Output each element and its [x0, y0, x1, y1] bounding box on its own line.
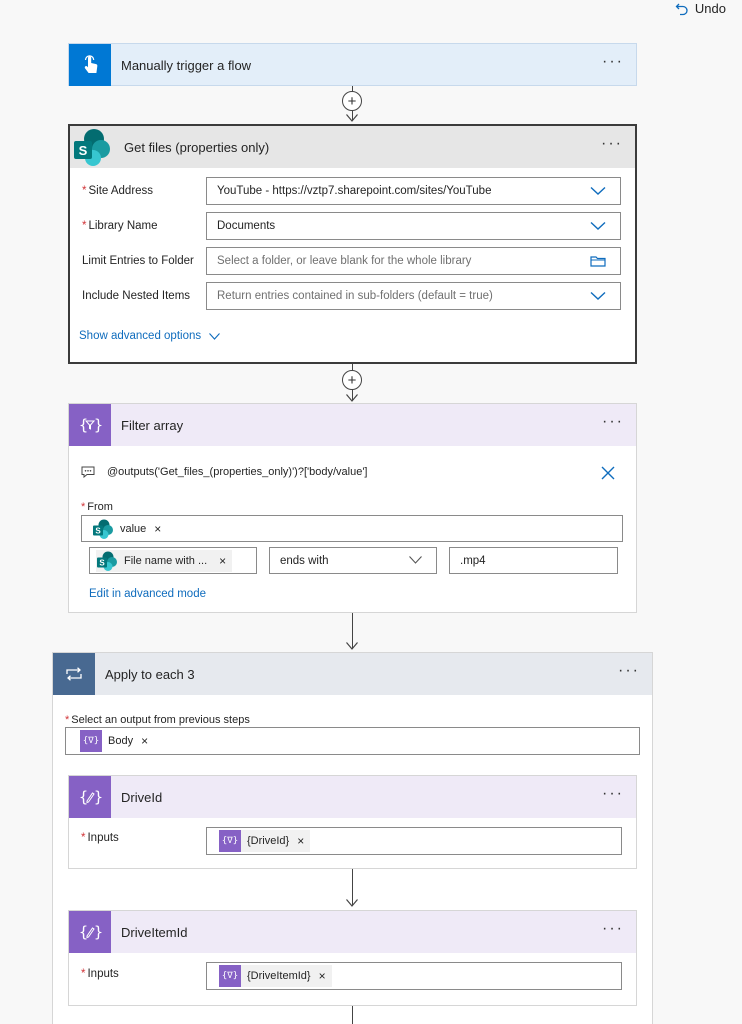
- driveid-header[interactable]: {} DriveId ···: [69, 776, 636, 818]
- select-output-label: * Select an output from previous steps: [65, 714, 250, 726]
- library-dropdown[interactable]: Documents: [206, 212, 621, 240]
- svg-text:{: {: [79, 416, 88, 434]
- folder-label: Limit Entries to Folder: [82, 255, 194, 267]
- insert-step-button[interactable]: +: [342, 370, 362, 390]
- filter-array-more-menu[interactable]: ···: [602, 414, 624, 430]
- driveid-more-menu[interactable]: ···: [602, 786, 624, 802]
- get-files-more-menu[interactable]: ···: [601, 136, 623, 152]
- get-files-title: Get files (properties only): [124, 139, 270, 155]
- get-files-header[interactable]: S Get files (properties only) ···: [70, 126, 635, 168]
- get-files-card[interactable]: S Get files (properties only) ··· * Site …: [68, 124, 637, 364]
- apply-to-each-title: Apply to each 3: [105, 666, 195, 682]
- remove-token-button[interactable]: ×: [297, 834, 304, 848]
- svg-text:S: S: [99, 558, 105, 567]
- loop-icon: [53, 653, 95, 695]
- undo-icon: [675, 3, 688, 15]
- svg-text:S: S: [95, 526, 101, 535]
- driveid-card[interactable]: {} DriveId ··· *Inputs {∇} {DriveId} ×: [68, 775, 637, 869]
- sharepoint-icon: S: [92, 518, 114, 540]
- chevron-down-icon: [590, 186, 606, 195]
- sharepoint-icon: S: [96, 550, 118, 572]
- driveid-title: DriveId: [121, 789, 163, 805]
- remove-token-button[interactable]: ×: [154, 522, 161, 536]
- operator-dropdown[interactable]: ends with: [269, 547, 437, 574]
- remove-token-button[interactable]: ×: [319, 969, 326, 983]
- driveid-inputs-label: * Inputs: [81, 832, 119, 844]
- arrow-down-icon: [346, 114, 358, 122]
- from-label: * From: [81, 501, 113, 513]
- apply-to-each-card[interactable]: Apply to each 3 ··· * Select an output fr…: [52, 652, 653, 1024]
- undo-button[interactable]: Undo: [675, 1, 726, 16]
- chevron-down-icon: [590, 291, 606, 300]
- insert-step-button[interactable]: +: [342, 91, 362, 111]
- arrow-down-icon: [346, 899, 358, 907]
- nested-dropdown[interactable]: Return entries contained in sub-folders …: [206, 282, 621, 310]
- show-advanced-options-link[interactable]: Show advanced options: [79, 330, 221, 342]
- svg-text:}: }: [94, 788, 102, 806]
- driveitemid-more-menu[interactable]: ···: [602, 921, 624, 937]
- driveitemid-title: DriveItemId: [121, 924, 188, 940]
- folder-icon[interactable]: [590, 255, 606, 267]
- expression-text: @outputs('Get_files_(properties_only)')?…: [107, 466, 368, 478]
- sharepoint-icon: S: [70, 126, 114, 168]
- svg-text:}: }: [94, 416, 102, 434]
- library-label: * Library Name: [82, 220, 158, 232]
- edit-advanced-mode-link[interactable]: Edit in advanced mode: [89, 588, 206, 600]
- driveitemid-inputs-label: * Inputs: [81, 968, 119, 980]
- trigger-header[interactable]: Manually trigger a flow ···: [69, 44, 636, 86]
- driveitemid-inputs-field[interactable]: {∇} {DriveItemId} ×: [206, 962, 622, 990]
- from-input[interactable]: S value ×: [81, 515, 623, 542]
- driveid-inputs-field[interactable]: {∇} {DriveId} ×: [206, 827, 622, 855]
- compose-icon: {}: [69, 776, 111, 818]
- arrow-down-icon: [346, 642, 358, 650]
- site-address-label: * Site Address: [82, 185, 154, 197]
- close-icon[interactable]: [600, 465, 616, 481]
- folder-row: Limit Entries to Folder Select a folder,…: [82, 247, 621, 275]
- filter-array-card[interactable]: {} Filter array ··· @outputs('Get_files_…: [68, 403, 637, 613]
- expression-icon: {∇}: [219, 965, 241, 987]
- chevron-down-icon: [409, 556, 422, 564]
- expression-row: @outputs('Get_files_(properties_only)')?…: [81, 465, 622, 481]
- apply-to-each-more-menu[interactable]: ···: [618, 663, 640, 679]
- trigger-card[interactable]: Manually trigger a flow ···: [68, 43, 637, 86]
- site-address-row: * Site Address YouTube - https://vztp7.sh…: [82, 177, 621, 205]
- driveitemid-header[interactable]: {} DriveItemId ···: [69, 911, 636, 953]
- remove-token-button[interactable]: ×: [219, 554, 226, 568]
- driveid-token[interactable]: {∇} {DriveId} ×: [219, 830, 311, 852]
- filter-icon: {}: [69, 404, 111, 446]
- svg-text:}: }: [94, 923, 102, 941]
- driveitemid-card[interactable]: {} DriveItemId ··· *Inputs {∇} {DriveIte…: [68, 910, 637, 1006]
- site-address-dropdown[interactable]: YouTube - https://vztp7.sharepoint.com/s…: [206, 177, 621, 205]
- condition-value-input[interactable]: .mp4: [449, 547, 618, 574]
- compose-icon: {}: [69, 911, 111, 953]
- condition-left-input[interactable]: S File name with ... ×: [89, 547, 257, 574]
- remove-token-button[interactable]: ×: [141, 734, 148, 748]
- nested-row: Include Nested Items Return entries cont…: [82, 282, 621, 310]
- svg-text:{: {: [79, 788, 88, 806]
- value-token[interactable]: S value ×: [92, 517, 168, 540]
- chevron-down-icon: [209, 332, 221, 340]
- chevron-down-icon: [590, 221, 606, 230]
- library-row: * Library Name Documents: [82, 212, 621, 240]
- arrow-down-icon: [346, 394, 358, 402]
- select-output-input[interactable]: {∇} Body ×: [65, 727, 640, 755]
- expression-icon: {∇}: [80, 730, 102, 752]
- apply-to-each-header[interactable]: Apply to each 3 ···: [53, 653, 652, 695]
- svg-text:{: {: [79, 923, 88, 941]
- body-token[interactable]: {∇} Body ×: [80, 730, 155, 752]
- driveitemid-token[interactable]: {∇} {DriveItemId} ×: [219, 965, 332, 987]
- folder-input[interactable]: Select a folder, or leave blank for the …: [206, 247, 621, 275]
- touch-icon: [69, 44, 111, 86]
- file-name-token[interactable]: S File name with ... ×: [96, 549, 233, 572]
- expression-icon: {∇}: [219, 830, 241, 852]
- trigger-more-menu[interactable]: ···: [602, 54, 624, 70]
- comment-icon: [81, 466, 95, 478]
- trigger-title: Manually trigger a flow: [121, 57, 252, 73]
- undo-label: Undo: [694, 1, 726, 16]
- filter-array-title: Filter array: [121, 417, 184, 433]
- nested-label: Include Nested Items: [82, 290, 191, 302]
- connector-line: [352, 1006, 353, 1024]
- svg-text:S: S: [79, 143, 88, 158]
- filter-array-header[interactable]: {} Filter array ···: [69, 404, 636, 446]
